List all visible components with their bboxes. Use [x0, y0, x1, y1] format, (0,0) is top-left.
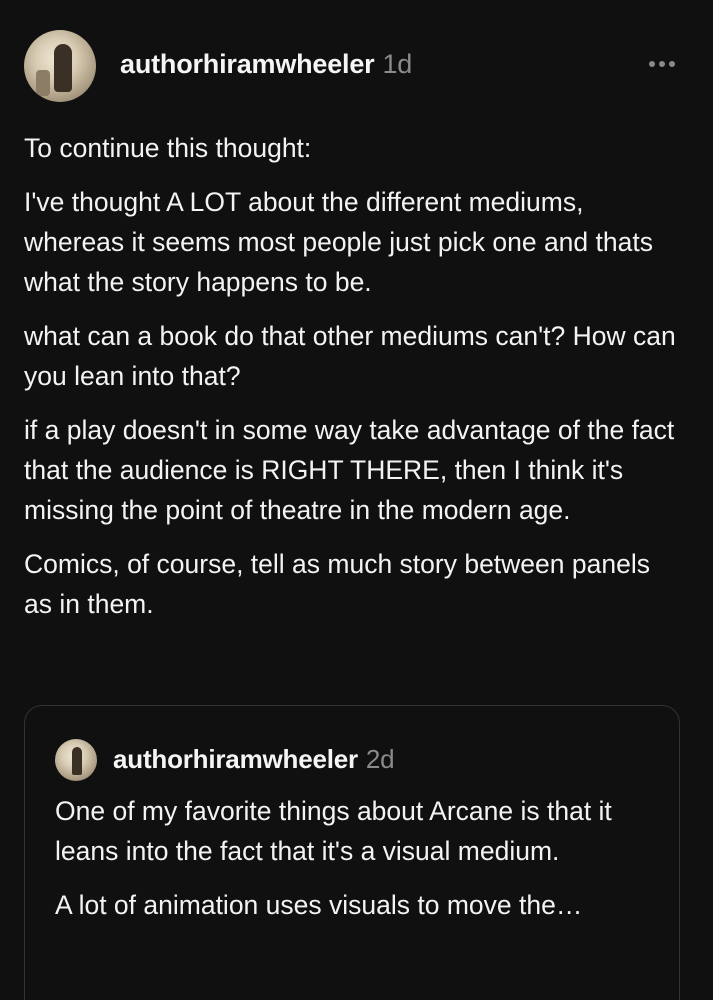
post-header: authorhiramwheeler 1d — [24, 30, 689, 102]
quoted-body: One of my favorite things about Arcane i… — [55, 791, 655, 939]
username-text[interactable]: authorhiramwheeler — [120, 49, 375, 79]
avatar-photo-person — [54, 44, 72, 92]
more-options-icon[interactable] — [649, 54, 681, 68]
quoted-username: authorhiramwheeler 2d — [113, 744, 395, 775]
dot-3 — [669, 61, 675, 67]
quoted-paragraph: A lot of animation uses visuals to move … — [55, 890, 583, 920]
post-timestamp: 1d — [382, 49, 413, 79]
thread-post: authorhiramwheeler 1d To continue this th… — [0, 0, 713, 1000]
post-paragraph: what can a book do that other mediums ca… — [24, 321, 676, 391]
avatar[interactable] — [24, 30, 96, 102]
quoted-username-text: authorhiramwheeler — [113, 744, 358, 774]
avatar-photo-detail — [36, 70, 50, 96]
post-username[interactable]: authorhiramwheeler 1d — [120, 49, 412, 80]
post-body: To continue this thought: I've thought A… — [24, 128, 684, 638]
post-paragraph: Comics, of course, tell as much story be… — [24, 549, 650, 619]
quoted-post-card[interactable]: authorhiramwheeler 2d One of my favorite … — [24, 705, 680, 1000]
post-paragraph: if a play doesn't in some way take advan… — [24, 415, 675, 525]
quoted-avatar — [55, 739, 97, 781]
post-paragraph: I've thought A LOT about the different m… — [24, 187, 653, 297]
avatar-photo-person — [72, 747, 82, 775]
post-paragraph: To continue this thought: — [24, 133, 312, 163]
dot-1 — [649, 61, 655, 67]
dot-2 — [659, 61, 665, 67]
quoted-timestamp: 2d — [365, 744, 395, 774]
quoted-paragraph: One of my favorite things about Arcane i… — [55, 796, 612, 866]
